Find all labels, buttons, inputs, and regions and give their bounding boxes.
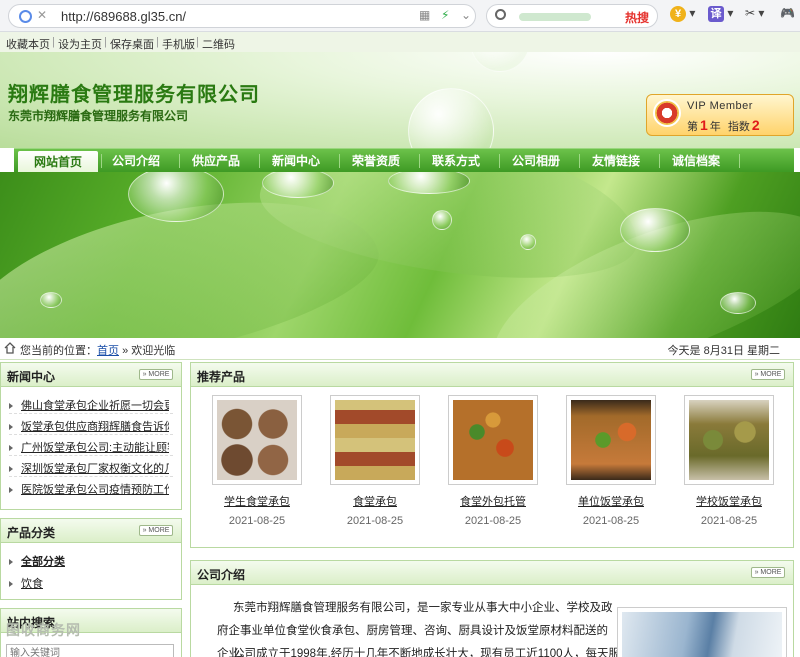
category-item-all[interactable]: 全部分类: [9, 553, 169, 569]
products-more-button[interactable]: » MORE: [751, 369, 785, 380]
browser-toolbar: ✕ http://689688.gl35.cn/ ▦ ⚡ ⌄ 热搜 ¥ ▾ 译 …: [0, 0, 800, 32]
category-more-button[interactable]: » MORE: [139, 525, 173, 536]
products-box: 推荐产品 » MORE 学生食堂承包 2021-08-25 食堂承包 2021-…: [190, 362, 794, 548]
hot-search-label[interactable]: 热搜: [625, 9, 649, 26]
vip-member-badge: VIP Member 第1年 指数 2: [646, 94, 794, 136]
medal-icon: [653, 99, 681, 127]
breadcrumb-home-link[interactable]: 首页: [97, 345, 119, 357]
security-shield-icon: [19, 10, 32, 23]
product-image[interactable]: [335, 400, 415, 480]
vip-stats: 第1年 指数 2: [687, 117, 760, 133]
vip-label: VIP Member: [687, 100, 753, 112]
intro-box: 公司介绍 » MORE 东莞市翔辉膳食管理服务有限公司，是一家专业从事大中小企业…: [190, 560, 794, 657]
product-image[interactable]: [453, 400, 533, 480]
url-text[interactable]: http://689688.gl35.cn/: [61, 9, 186, 24]
grid-icon[interactable]: ▦: [419, 8, 430, 22]
product-image[interactable]: [571, 400, 651, 480]
main-nav: 网站首页 公司介绍 供应产品 新闻中心 荣誉资质 联系方式 公司相册 友情链接 …: [14, 148, 794, 173]
lightning-icon[interactable]: ⚡: [441, 8, 449, 22]
insecure-x-icon: ✕: [37, 8, 48, 22]
intro-title: 公司介绍: [197, 568, 246, 582]
news-item[interactable]: 佛山食堂承包企业祈愿一切会更: [9, 397, 169, 413]
chevron-down-icon[interactable]: ⌄: [461, 8, 471, 22]
news-item[interactable]: 饭堂承包供应商翔辉膳食告诉你: [9, 418, 169, 434]
company-building-image: [617, 607, 787, 657]
site-header: 翔辉膳食管理服务有限公司 东莞市翔辉膳食管理服务有限公司 VIP Member …: [0, 52, 800, 148]
intro-paragraph-2: 公司成立于1998年,经历十几年不断地成长壮大，现有员工近1100人，每天服: [233, 648, 621, 657]
nav-products[interactable]: 供应产品: [176, 149, 256, 173]
water-bubble: [470, 52, 530, 72]
bookmark-link[interactable]: 收藏本页: [6, 36, 50, 52]
category-title: 产品分类: [7, 526, 56, 540]
product-card[interactable]: 食堂承包 2021-08-25: [321, 395, 429, 527]
set-homepage-link[interactable]: 设为主页: [58, 36, 102, 52]
nav-album[interactable]: 公司相册: [496, 149, 576, 173]
site-search-input[interactable]: [6, 644, 174, 657]
news-item[interactable]: 医院饭堂承包公司疫情预防工作: [9, 481, 169, 497]
product-card[interactable]: 学生食堂承包 2021-08-25: [203, 395, 311, 527]
save-desktop-link[interactable]: 保存桌面: [110, 36, 154, 52]
category-box: 产品分类 » MORE 全部分类 饮食: [0, 518, 182, 600]
location-bar: 您当前的位置：首页 » 欢迎光临 今天是 8月31日 星期二: [0, 338, 800, 360]
nav-honors[interactable]: 荣誉资质: [336, 149, 416, 173]
translate-icon[interactable]: 译 ▾: [708, 6, 733, 24]
vip-index: 2: [751, 117, 760, 133]
product-card[interactable]: 食堂外包托管 2021-08-25: [439, 395, 547, 527]
date-text: 今天是 8月31日 星期二: [667, 345, 780, 357]
news-item[interactable]: 深圳饭堂承包厂家权衡文化的几: [9, 460, 169, 476]
product-image[interactable]: [689, 400, 769, 480]
nav-credit[interactable]: 诚信档案: [656, 149, 736, 173]
nav-links[interactable]: 友情链接: [576, 149, 656, 173]
news-title: 新闻中心: [7, 370, 56, 384]
breadcrumb: 您当前的位置：首页 » 欢迎光临: [20, 345, 176, 357]
news-more-button[interactable]: » MORE: [139, 369, 173, 380]
nav-contact[interactable]: 联系方式: [416, 149, 496, 173]
company-subtitle: 东莞市翔辉膳食管理服务有限公司: [8, 109, 189, 123]
home-icon: [4, 342, 16, 354]
browser-search-box[interactable]: 热搜: [486, 4, 658, 28]
products-title: 推荐产品: [197, 370, 246, 384]
search-icon: [495, 9, 506, 20]
top-links-bar: 收藏本页 | 设为主页 | 保存桌面 | 手机版 | 二维码: [0, 32, 800, 52]
vip-year: 1: [700, 117, 708, 133]
company-title: 翔辉膳食管理服务有限公司: [8, 84, 260, 106]
product-image[interactable]: [217, 400, 297, 480]
nav-news[interactable]: 新闻中心: [256, 149, 336, 173]
category-item-food[interactable]: 饮食: [9, 575, 169, 591]
scissors-icon[interactable]: ✂ ▾: [745, 6, 764, 24]
product-card[interactable]: 学校饭堂承包 2021-08-25: [675, 395, 783, 527]
nav-about[interactable]: 公司介绍: [96, 149, 176, 173]
nav-home[interactable]: 网站首页: [18, 151, 98, 173]
search-suggestion-blur: [519, 13, 591, 21]
news-box: 新闻中心 » MORE 佛山食堂承包企业祈愿一切会更 饭堂承包供应商翔辉膳食告诉…: [0, 362, 182, 510]
watermark: 图收商务网: [6, 622, 81, 638]
intro-more-button[interactable]: » MORE: [751, 567, 785, 578]
news-item[interactable]: 广州饭堂承包公司:主动能让顾客: [9, 439, 169, 455]
qrcode-link[interactable]: 二维码: [202, 36, 235, 52]
game-icon[interactable]: 🎮: [780, 6, 795, 24]
product-card[interactable]: 单位饭堂承包 2021-08-25: [557, 395, 665, 527]
hero-banner: [0, 172, 800, 338]
address-bar[interactable]: ✕ http://689688.gl35.cn/ ▦ ⚡ ⌄: [8, 4, 476, 28]
coin-icon[interactable]: ¥ ▾: [670, 6, 695, 24]
water-bubble: [408, 88, 494, 148]
mobile-link[interactable]: 手机版: [162, 36, 195, 52]
